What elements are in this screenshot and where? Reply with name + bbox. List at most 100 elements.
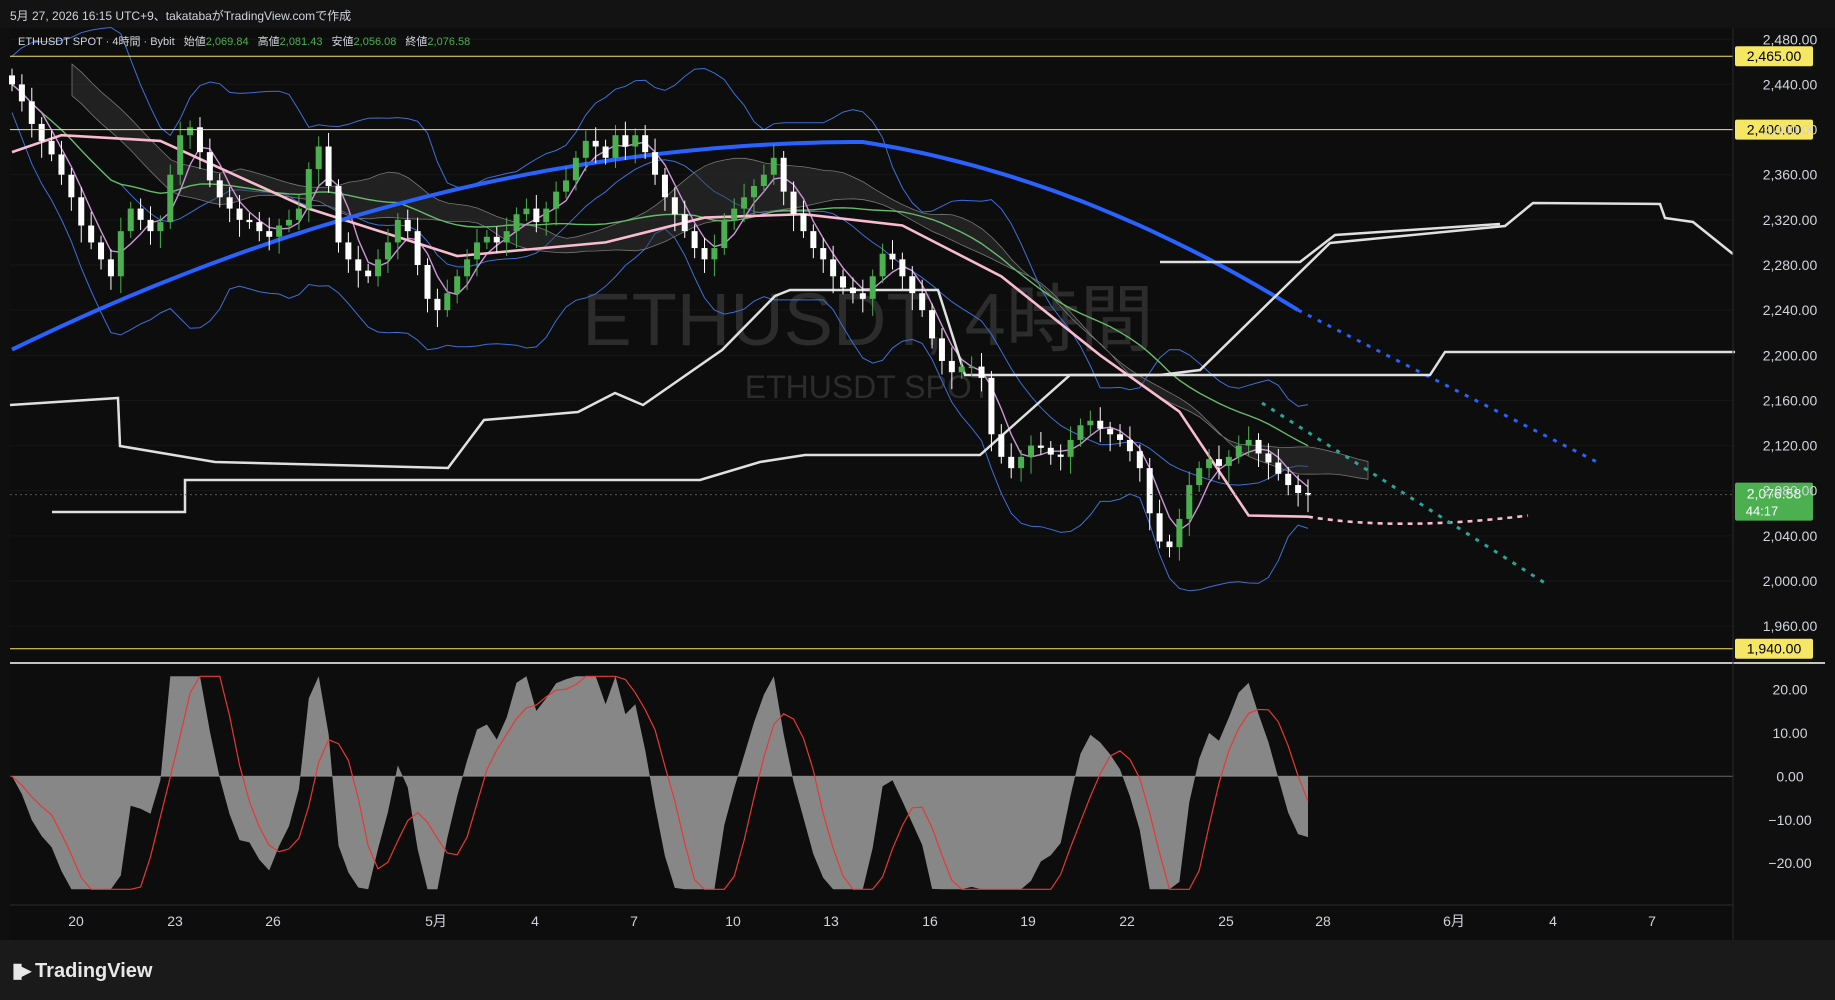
- price-tick-label: 2,240.00: [1763, 302, 1818, 318]
- candle-body: [98, 242, 105, 260]
- price-tick-label: 2,320.00: [1763, 212, 1818, 228]
- candle-body: [58, 154, 65, 175]
- candle-body: [770, 157, 777, 175]
- candle-body: [1008, 456, 1015, 469]
- candle-body: [780, 157, 787, 192]
- candle-body: [572, 157, 579, 181]
- candle-body: [276, 225, 283, 237]
- candle-body: [355, 259, 362, 271]
- candle-body: [582, 140, 589, 158]
- candle-body: [266, 231, 273, 237]
- candle-body: [701, 248, 708, 260]
- candle-body: [602, 146, 609, 158]
- candle-body: [859, 293, 866, 299]
- candle-body: [78, 197, 85, 226]
- candle-body: [1215, 459, 1222, 466]
- candle-body: [157, 222, 164, 232]
- candle-body: [661, 174, 668, 198]
- tradingview-logo[interactable]: ▮▸ TradingView: [12, 958, 153, 983]
- time-tick-label: 26: [265, 913, 281, 929]
- time-tick-label: 6月: [1443, 913, 1465, 929]
- candle-body: [196, 127, 203, 153]
- candle-body: [790, 191, 797, 215]
- candle-body: [1018, 456, 1025, 469]
- candle-body: [483, 236, 490, 243]
- candle-body: [978, 366, 985, 378]
- price-tick-label: 2,360.00: [1763, 167, 1818, 183]
- candle-body: [721, 219, 728, 249]
- candle-body: [1295, 485, 1302, 493]
- candle-body: [117, 231, 124, 277]
- candle-body: [1136, 451, 1143, 469]
- candle-body: [295, 208, 302, 220]
- candle-body: [206, 152, 213, 181]
- candle-body: [1196, 468, 1203, 486]
- candle-body: [958, 366, 965, 373]
- candle-body: [523, 208, 530, 215]
- candle-body: [315, 146, 322, 170]
- candle-body: [988, 377, 995, 435]
- time-tick-label: 22: [1119, 913, 1135, 929]
- candle-body: [810, 231, 817, 249]
- candle-body: [226, 197, 233, 209]
- time-tick-label: 28: [1315, 913, 1331, 929]
- candle-body: [1097, 420, 1104, 429]
- candle-body: [256, 222, 263, 232]
- candle-body: [48, 140, 55, 155]
- candle-body: [1255, 439, 1262, 454]
- oscillator-tick-label: −10.00: [1768, 812, 1811, 828]
- time-tick-label: 19: [1020, 913, 1036, 929]
- price-chart[interactable]: ETHUSDT, 4時間 ETHUSDT SPOT 2,465.002,400.…: [0, 0, 1835, 940]
- candle-body: [236, 208, 243, 220]
- candle-body: [1047, 447, 1054, 455]
- candle-body: [394, 219, 401, 243]
- candle-body: [533, 208, 540, 223]
- candle-body: [88, 225, 95, 243]
- candle-body: [1156, 513, 1163, 542]
- candle-body: [1087, 420, 1094, 426]
- candle-body: [849, 287, 856, 294]
- brand-name: TradingView: [35, 960, 153, 982]
- candle-body: [1265, 453, 1272, 463]
- price-tick-label: 2,280.00: [1763, 257, 1818, 273]
- legend-open-label: 始値: [184, 34, 206, 48]
- price-tick-label: 2,480.00: [1763, 31, 1818, 47]
- candle-body: [335, 186, 342, 243]
- candle-body: [38, 123, 45, 141]
- legend-low-label: 安値: [332, 34, 354, 48]
- candle-body: [998, 434, 1005, 457]
- candle-body: [286, 219, 293, 226]
- legend-close-label: 終値: [405, 34, 427, 48]
- candle-body: [1117, 434, 1124, 440]
- candle-body: [127, 208, 134, 232]
- candle-body: [741, 197, 748, 209]
- oscillator-tick-label: 20.00: [1772, 681, 1807, 697]
- candle-body: [375, 259, 382, 277]
- candle-body: [820, 248, 827, 260]
- candle-body: [948, 360, 955, 373]
- candle-body: [750, 186, 757, 198]
- price-tick-label: 2,040.00: [1763, 528, 1818, 544]
- candle-body: [968, 366, 975, 369]
- candle-body: [1077, 425, 1084, 440]
- time-tick-label: 25: [1218, 913, 1234, 929]
- candle-body: [879, 253, 886, 277]
- candle-body: [434, 298, 441, 311]
- time-tick-label: 5月: [425, 913, 447, 929]
- candle-body: [1107, 428, 1114, 435]
- candle-body: [592, 140, 599, 147]
- candle-body: [1166, 541, 1173, 548]
- candle-body: [187, 127, 194, 136]
- candle-body: [543, 208, 550, 223]
- candle-body: [909, 276, 916, 294]
- price-tick-label: 2,400.00: [1763, 122, 1818, 138]
- candle-body: [1027, 445, 1034, 457]
- candle-body: [1206, 459, 1213, 469]
- legend-high-value: 2,081.43: [280, 36, 323, 48]
- candle-body: [1235, 445, 1242, 457]
- candle-body: [325, 146, 332, 186]
- candle-body: [384, 242, 391, 260]
- candle-body: [929, 310, 936, 339]
- time-tick-label: 23: [167, 913, 183, 929]
- candle-body: [305, 169, 312, 209]
